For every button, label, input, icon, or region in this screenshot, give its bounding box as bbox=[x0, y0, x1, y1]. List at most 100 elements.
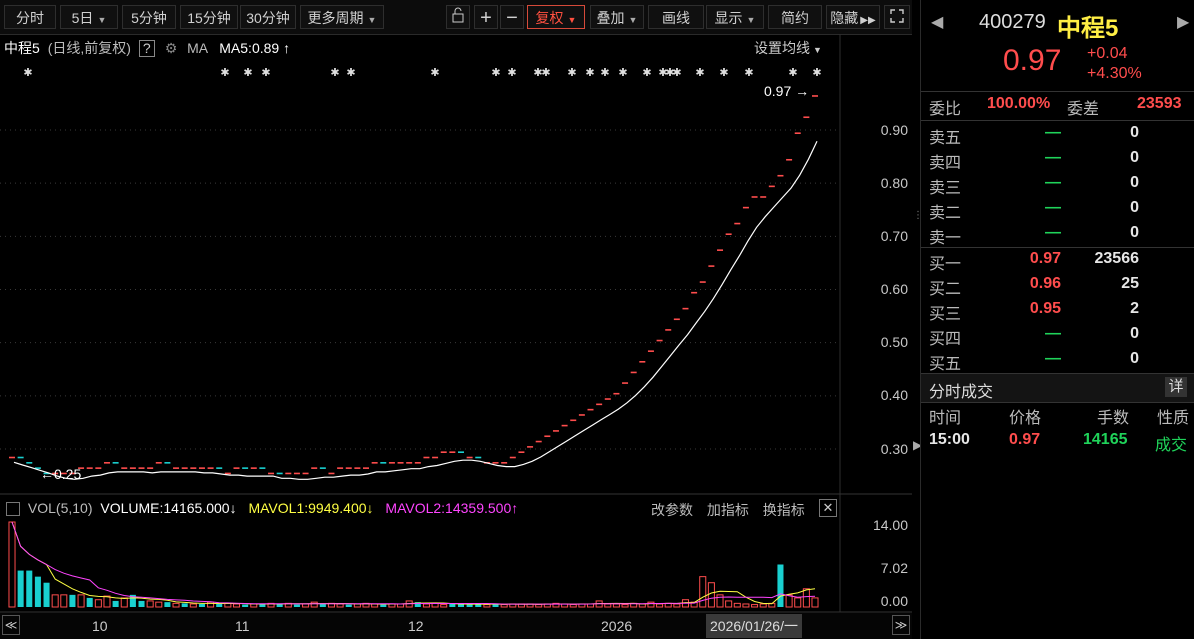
volume-bar bbox=[86, 597, 93, 607]
volume-bar bbox=[422, 603, 430, 608]
scroll-right-icon[interactable]: ≫ bbox=[892, 615, 910, 635]
level-price: 0.95 bbox=[1029, 300, 1061, 317]
volume-bar bbox=[17, 570, 24, 607]
event-star-icon: ✱ bbox=[812, 67, 821, 79]
volume-bar bbox=[94, 599, 102, 608]
event-star-icon: ✱ bbox=[695, 67, 704, 79]
volume-bar bbox=[794, 597, 802, 608]
level-volume: 2 bbox=[1130, 300, 1139, 317]
volume-bar bbox=[112, 600, 119, 607]
volume-bar bbox=[466, 604, 473, 607]
bid-row[interactable]: 买三 0.95 2 bbox=[921, 300, 1194, 325]
trade-row: 15:00 0.97 14165 成交 bbox=[921, 431, 1194, 456]
volume-tick: 14.00 bbox=[872, 517, 908, 533]
volume-bar bbox=[310, 601, 318, 608]
divider bbox=[921, 247, 1194, 248]
volume-bar bbox=[336, 603, 344, 608]
x-axis-label: 12 bbox=[408, 618, 424, 634]
volume-bar bbox=[34, 576, 41, 607]
volume-bars bbox=[8, 521, 819, 608]
edit-params-button[interactable]: 改参数 bbox=[651, 502, 693, 518]
level-volume: 0 bbox=[1130, 325, 1139, 342]
level-volume: 23566 bbox=[1094, 250, 1140, 267]
price-tick: 0.80 bbox=[880, 175, 908, 191]
level-price: — bbox=[1045, 149, 1061, 166]
price-tick: 0.60 bbox=[880, 281, 908, 297]
event-star-icon: ✱ bbox=[788, 67, 797, 79]
level-label: 卖四 bbox=[929, 155, 962, 172]
level-price: — bbox=[1045, 350, 1061, 367]
volume-bar bbox=[656, 603, 664, 608]
checkbox-icon[interactable] bbox=[6, 502, 20, 517]
splitter-handle-icon[interactable]: ⋮ bbox=[913, 210, 923, 240]
event-star-icon: ✱ bbox=[220, 67, 229, 79]
volume-bar bbox=[535, 604, 543, 608]
level-volume: 0 bbox=[1130, 124, 1139, 141]
volume-bar bbox=[172, 602, 180, 608]
prev-stock-icon[interactable]: ◀ bbox=[931, 12, 943, 32]
level-price: — bbox=[1045, 174, 1061, 191]
event-star-icon: ✱ bbox=[541, 67, 550, 79]
trade-time: 15:00 bbox=[929, 431, 970, 448]
arrow-down-icon: ↓ bbox=[229, 500, 237, 516]
level-price: — bbox=[1045, 124, 1061, 141]
add-indicator-button[interactable]: 加指标 bbox=[707, 502, 749, 518]
volume-indicator-name: VOL(5,10) bbox=[27, 500, 93, 516]
trades-columns: 时间 价格 手数 性质 bbox=[921, 404, 1194, 429]
ask-row[interactable]: 卖一 — 0 bbox=[921, 224, 1194, 249]
next-stock-icon[interactable]: ▶ bbox=[1177, 12, 1189, 32]
level-volume: 0 bbox=[1130, 174, 1139, 191]
volume-bar bbox=[77, 594, 85, 608]
level-price: — bbox=[1045, 224, 1061, 241]
volume-bar bbox=[621, 604, 629, 608]
arrow-right-icon: → bbox=[795, 83, 810, 99]
divider bbox=[921, 120, 1194, 121]
bid-row[interactable]: 买五 — 0 bbox=[921, 350, 1194, 375]
volume-bar bbox=[69, 594, 76, 607]
close-icon[interactable]: ✕ bbox=[819, 499, 837, 517]
trades-detail-button[interactable]: 详 bbox=[1165, 377, 1187, 397]
level-price: — bbox=[1045, 199, 1061, 216]
candle-series bbox=[9, 95, 818, 475]
volume-bar bbox=[26, 570, 33, 607]
ask-row[interactable]: 卖二 — 0 bbox=[921, 199, 1194, 224]
divider bbox=[921, 91, 1194, 92]
level-label: 卖一 bbox=[929, 230, 962, 247]
ask-row[interactable]: 卖四 — 0 bbox=[921, 149, 1194, 174]
event-star-icon: ✱ bbox=[567, 67, 576, 79]
event-star-icon: ✱ bbox=[330, 67, 339, 79]
event-star-icon: ✱ bbox=[507, 67, 516, 79]
volume-bar bbox=[500, 604, 508, 608]
event-star-icon: ✱ bbox=[23, 67, 32, 79]
mavol1-line bbox=[11, 521, 816, 605]
volume-tick: 0.00 bbox=[880, 593, 908, 609]
arrow-up-icon: ↑ bbox=[511, 500, 519, 516]
price-tick: 0.30 bbox=[880, 441, 908, 457]
ask-row[interactable]: 卖五 — 0 bbox=[921, 124, 1194, 149]
column-header: 价格 bbox=[1009, 410, 1042, 427]
bid-row[interactable]: 买二 0.96 25 bbox=[921, 275, 1194, 300]
volume-bar bbox=[43, 582, 50, 607]
volume-bar bbox=[759, 603, 767, 608]
volume-bar bbox=[155, 601, 163, 608]
ask-row[interactable]: 卖三 — 0 bbox=[921, 174, 1194, 199]
volume-bar bbox=[302, 603, 310, 608]
level-price: 0.96 bbox=[1029, 275, 1061, 292]
volume-bar bbox=[189, 603, 197, 608]
bid-row[interactable]: 买四 — 0 bbox=[921, 325, 1194, 350]
volume-bar bbox=[777, 564, 784, 607]
level-label: 卖二 bbox=[929, 205, 962, 222]
price-tick: 0.50 bbox=[880, 334, 908, 350]
level-price: — bbox=[1045, 325, 1061, 342]
collapse-arrow-icon[interactable]: ▶ bbox=[913, 438, 922, 452]
volume-bar bbox=[138, 600, 145, 607]
event-star-icon: ✱ bbox=[719, 67, 728, 79]
price-change: +0.04 bbox=[1087, 45, 1128, 62]
trades-title: 分时成交 bbox=[929, 384, 994, 401]
bid-row[interactable]: 买一 0.97 23566 bbox=[921, 250, 1194, 275]
scroll-left-icon[interactable]: ≪ bbox=[2, 615, 20, 635]
volume-bar bbox=[699, 576, 707, 608]
switch-indicator-button[interactable]: 换指标 bbox=[763, 502, 805, 518]
mavol1-value: MAVOL1:9949.400 bbox=[248, 500, 367, 516]
volume-bar bbox=[51, 594, 59, 608]
